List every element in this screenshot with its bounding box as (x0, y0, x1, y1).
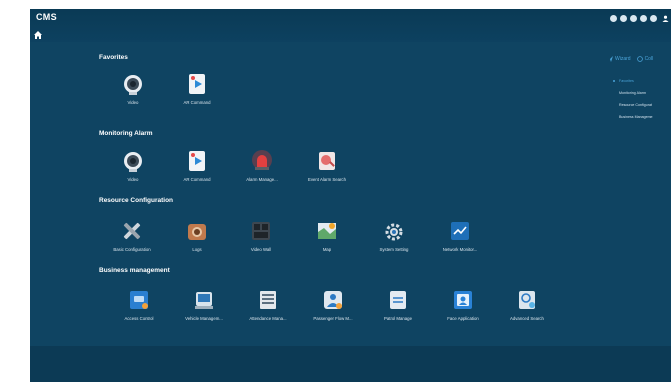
side-menu-label: Favorites (619, 79, 634, 83)
tile-ar-command[interactable]: AR Command (167, 150, 227, 198)
side-menu: Favorites Monitoring Alarm Resource Conf… (613, 79, 653, 127)
tile-label: AR Command (183, 100, 211, 105)
tile-face-application[interactable]: Face Application (433, 289, 493, 337)
tile-label: Face Application (447, 316, 479, 321)
ar-command-icon (189, 74, 205, 94)
tile-label: Network Monitor... (442, 247, 478, 252)
alarm-siren-icon (252, 150, 272, 170)
tile-label: Advanced Search (510, 316, 544, 321)
tile-label: Logs (192, 247, 202, 252)
section-title-resource-configuration: Resource Configuration (99, 197, 174, 204)
patrol-icon (390, 291, 406, 309)
app-title: CMS (36, 12, 57, 22)
side-menu-item[interactable]: Business Manageme (619, 115, 653, 127)
tile-attendance-management[interactable]: Attendance Mana... (238, 289, 298, 337)
bottom-band (30, 346, 671, 382)
side-actions: Wizard Coll (607, 56, 659, 62)
tile-map[interactable]: Map (297, 220, 357, 268)
section-title-favorites: Favorites (99, 54, 128, 61)
tile-basic-configuration[interactable]: Basic Configuration (102, 220, 162, 268)
home-icon[interactable] (33, 30, 43, 40)
event-alarm-search-icon (319, 152, 335, 170)
collection-icon (636, 56, 643, 62)
cms-window: CMS Favorites Video AR Command Monitorin… (30, 9, 671, 382)
tile-label: Passenger Flow M... (313, 316, 353, 321)
tile-video[interactable]: Video (103, 73, 163, 121)
user-icon[interactable] (662, 15, 669, 22)
side-menu-item[interactable]: Favorites (613, 79, 653, 91)
tile-video[interactable]: Video (103, 150, 163, 198)
alert-icon[interactable] (620, 14, 627, 22)
search-icon[interactable] (610, 14, 617, 22)
tile-label: Patrol Manage (384, 316, 412, 321)
tile-label: Attendance Mana... (249, 316, 287, 321)
tile-label: Basic Configuration (113, 247, 151, 252)
tile-passenger-flow[interactable]: Passenger Flow M... (303, 289, 363, 337)
tile-label: Video (127, 100, 139, 105)
system-tray (610, 12, 671, 24)
section-title-business-management: Business management (99, 267, 170, 274)
attendance-icon (260, 291, 276, 309)
top-bar: CMS (30, 9, 671, 42)
tile-network-monitor[interactable]: Network Monitor... (430, 220, 490, 268)
tile-ar-command[interactable]: AR Command (167, 73, 227, 121)
side-menu-label: Business Manageme (619, 115, 653, 119)
side-menu-label: Resource Configurat (619, 103, 652, 107)
tile-label: Vehicle Managem... (185, 316, 223, 321)
tools-icon (123, 222, 141, 240)
tile-label: Event Alarm Search (308, 177, 346, 182)
tile-label: System Setting (379, 247, 409, 252)
video-wall-icon (252, 222, 270, 240)
wizard-label: Wizard (615, 56, 631, 62)
side-menu-item[interactable]: Monitoring Alarm (619, 91, 653, 103)
collection-button[interactable]: Coll (636, 56, 654, 62)
gear-icon (385, 223, 403, 241)
wizard-button[interactable]: Wizard (607, 56, 631, 62)
ar-command-icon (189, 151, 205, 171)
side-menu-label: Monitoring Alarm (619, 91, 646, 95)
vehicle-management-icon (195, 292, 213, 309)
advanced-search-icon (519, 291, 535, 309)
tile-label: AR Command (183, 177, 211, 182)
logs-camera-icon (188, 224, 206, 240)
tile-advanced-search[interactable]: Advanced Search (497, 289, 557, 337)
tile-logs[interactable]: Logs (167, 220, 227, 268)
tile-vehicle-management[interactable]: Vehicle Managem... (174, 289, 234, 337)
tile-label: Map (322, 247, 332, 252)
tile-label: Access Control (124, 316, 154, 321)
video-camera-icon (124, 75, 142, 95)
network-monitor-icon (451, 222, 469, 240)
wizard-icon (607, 56, 613, 62)
tile-video-wall[interactable]: Video Wall (231, 220, 291, 268)
active-bullet (613, 80, 615, 82)
collection-label: Coll (644, 56, 654, 62)
tile-alarm-management[interactable]: Alarm Manage... (232, 150, 292, 198)
tile-system-setting[interactable]: System Setting (364, 220, 424, 268)
tile-access-control[interactable]: Access Control (109, 289, 169, 337)
message-icon[interactable] (630, 14, 637, 22)
side-menu-item[interactable]: Resource Configurat (619, 103, 653, 115)
video-camera-icon (124, 152, 142, 172)
access-control-icon (130, 291, 148, 309)
face-application-icon (454, 291, 472, 309)
map-icon (318, 223, 336, 239)
tile-label: Video Wall (250, 247, 272, 252)
tile-label: Alarm Manage... (246, 177, 278, 182)
info-icon[interactable] (640, 14, 647, 22)
tile-label: Video (127, 177, 139, 182)
tile-patrol-manage[interactable]: Patrol Manage (368, 289, 428, 337)
section-title-monitoring-alarm: Monitoring Alarm (99, 130, 153, 137)
passenger-flow-icon (324, 291, 342, 309)
tile-event-alarm-search[interactable]: Event Alarm Search (297, 150, 357, 198)
settings-icon[interactable] (650, 14, 657, 22)
